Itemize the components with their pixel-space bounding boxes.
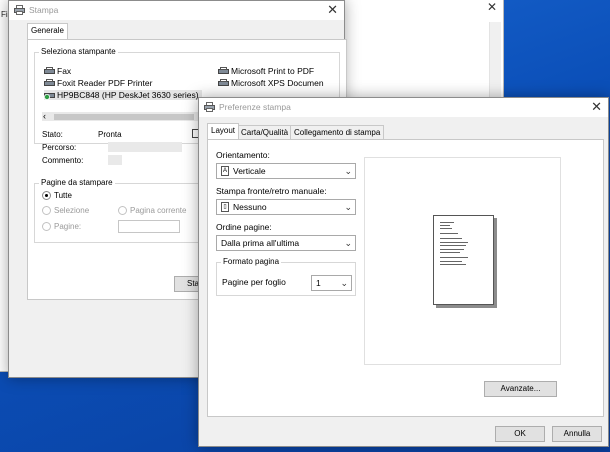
printer-icon (218, 78, 229, 86)
preferences-titlebar: Preferenze stampa ✕ (199, 98, 608, 117)
printer-icon (44, 66, 55, 74)
path-label: Percorso: (42, 143, 77, 152)
printer-list-scrollbar[interactable]: ‹ (42, 111, 202, 121)
close-icon[interactable]: ✕ (327, 2, 338, 18)
pages-range-input[interactable] (118, 220, 180, 233)
preview-text-line (440, 252, 460, 253)
preview-text-line (440, 242, 468, 243)
close-icon[interactable]: ✕ (591, 99, 602, 115)
printer-label: Microsoft XPS Documen (231, 78, 324, 88)
preview-text-line (440, 261, 462, 262)
preferences-title: Preferenze stampa (219, 102, 291, 112)
radio-current-page[interactable]: Pagina corrente (118, 206, 186, 215)
radio-all-pages[interactable]: Tutte (42, 191, 72, 200)
radio-icon (118, 206, 127, 215)
printer-label: Foxit Reader PDF Printer (57, 78, 153, 88)
scroll-left-icon[interactable]: ‹ (43, 111, 46, 121)
printer-item-xps[interactable]: Microsoft XPS Documen (218, 78, 324, 88)
printer-label: Microsoft Print to PDF (231, 66, 315, 76)
preview-text-line (440, 249, 464, 250)
group-label: Formato pagina (221, 257, 282, 266)
pages-per-sheet-select[interactable]: 1 ⌄ (311, 275, 352, 291)
page-order-value: Dalla prima all'ultima (221, 238, 300, 248)
page-order-select[interactable]: Dalla prima all'ultima ⌄ (216, 235, 356, 251)
preview-text-line (440, 228, 452, 229)
duplex-value: Nessuno (233, 202, 267, 212)
chevron-down-icon: ⌄ (344, 202, 352, 212)
cancel-button[interactable]: Annulla (552, 426, 602, 442)
radio-label: Pagina corrente (130, 206, 187, 215)
preview-text-line (440, 238, 462, 239)
background-text-fragment: Fi (1, 10, 8, 19)
page-order-label: Ordine pagine: (216, 222, 272, 232)
ok-button[interactable]: OK (495, 426, 545, 442)
printer-item-pdf[interactable]: Microsoft Print to PDF (218, 66, 314, 76)
scrollbar-thumb[interactable] (54, 114, 194, 120)
pages-per-sheet-value: 1 (316, 278, 321, 288)
radio-selection[interactable]: Selezione (42, 206, 89, 215)
radio-icon (42, 206, 51, 215)
duplex-select[interactable]: ▯ Nessuno ⌄ (216, 199, 356, 215)
printer-item-foxit[interactable]: Foxit Reader PDF Printer (44, 78, 152, 88)
print-dialog-titlebar: Stampa ✕ (9, 1, 344, 20)
duplex-label: Stampa fronte/retro manuale: (216, 186, 327, 196)
radio-checked-icon (42, 191, 51, 200)
path-value-redacted (108, 142, 182, 152)
group-label: Pagine da stampare (39, 178, 115, 187)
printer-label: HP9BC848 (HP DeskJet 3630 series) (57, 90, 199, 100)
portrait-icon: A (221, 166, 229, 176)
radio-icon (42, 222, 51, 231)
status-value: Pronta (98, 130, 122, 139)
printer-item-fax[interactable]: Fax (44, 66, 71, 76)
preview-text-line (440, 233, 458, 234)
tab-layout[interactable]: Layout (207, 123, 240, 139)
printer-item-hp[interactable]: HP9BC848 (HP DeskJet 3630 series) (44, 90, 202, 100)
comment-label: Commento: (42, 156, 84, 165)
close-icon[interactable]: ✕ (487, 0, 497, 14)
preview-text-line (440, 264, 466, 265)
radio-label: Tutte (54, 191, 72, 200)
orientation-label: Orientamento: (216, 150, 270, 160)
tab-carta-qualita[interactable]: Carta/Qualità (237, 125, 293, 139)
preview-text-line (440, 257, 468, 258)
tab-collegamento[interactable]: Collegamento di stampa (290, 125, 385, 139)
preview-page (433, 215, 494, 305)
status-label: Stato: (42, 130, 63, 139)
printer-icon (44, 78, 55, 86)
advanced-button[interactable]: Avanzate... (484, 381, 557, 397)
page-preview (364, 157, 561, 365)
tab-generale[interactable]: Generale (27, 23, 68, 39)
orientation-value: Verticale (233, 166, 266, 176)
printer-label: Fax (57, 66, 72, 76)
preview-text-line (440, 245, 466, 246)
group-label: Seleziona stampante (39, 47, 118, 56)
radio-pages[interactable]: Pagine: (42, 222, 81, 231)
printing-preferences-dialog: Preferenze stampa ✕ Layout Carta/Qualità… (198, 97, 609, 447)
chevron-down-icon: ⌄ (344, 238, 352, 248)
printer-default-icon (44, 92, 55, 100)
radio-label: Selezione (54, 206, 90, 215)
radio-label: Pagine: (54, 222, 82, 231)
print-dialog-title: Stampa (29, 5, 59, 15)
preview-text-line (440, 225, 450, 226)
orientation-select[interactable]: A Verticale ⌄ (216, 163, 356, 179)
printer-icon (14, 5, 25, 15)
single-sided-icon: ▯ (221, 202, 229, 212)
printer-icon (218, 66, 229, 74)
printer-icon (204, 102, 215, 112)
chevron-down-icon: ⌄ (344, 166, 352, 176)
comment-value-redacted (108, 155, 122, 165)
pages-per-sheet-label: Pagine per foglio (222, 277, 286, 287)
preview-text-line (440, 222, 454, 223)
chevron-down-icon: ⌄ (340, 278, 348, 288)
